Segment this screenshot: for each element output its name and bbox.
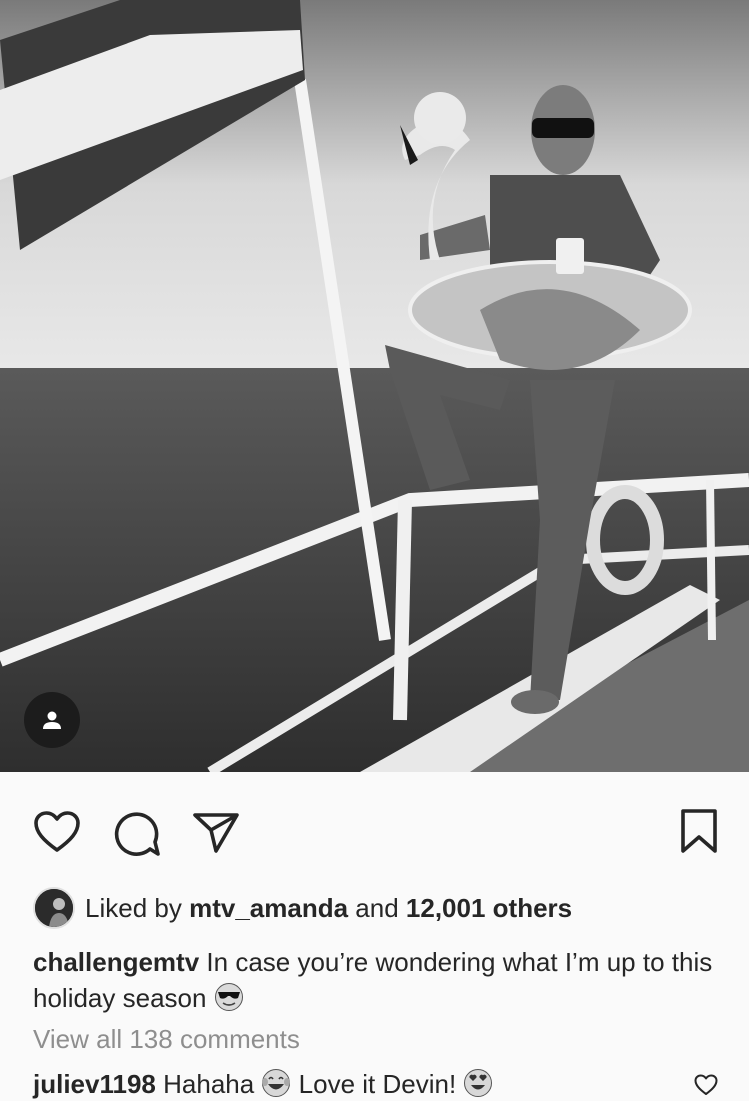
post-caption: challengemtv In case you’re wondering wh… xyxy=(33,944,723,1016)
heart-eyes-emoji-icon xyxy=(464,1069,493,1097)
user-tag-button[interactable] xyxy=(24,692,80,748)
heart-icon[interactable] xyxy=(33,810,81,854)
post-image xyxy=(0,0,749,772)
comment-text-part2: Love it Devin! xyxy=(298,1069,457,1099)
user-tag-icon xyxy=(43,711,61,729)
paper-plane-icon[interactable] xyxy=(192,810,240,854)
comment-text-part1: Hahaha xyxy=(163,1069,255,1099)
liker-username[interactable]: mtv_amanda xyxy=(189,893,348,924)
avatar-image xyxy=(35,889,73,927)
comment-bubble-icon[interactable] xyxy=(112,808,162,858)
comment-username[interactable]: juliev1198 xyxy=(33,1069,156,1099)
likes-and: and xyxy=(355,892,399,923)
laughing-tears-emoji-icon xyxy=(262,1069,291,1097)
view-all-comments-link[interactable]: View all 138 comments xyxy=(33,1024,300,1055)
comment-row: juliev1198 Hahaha Love it Devin! xyxy=(33,1068,493,1100)
caption-username[interactable]: challengemtv xyxy=(33,947,199,977)
post-photo[interactable] xyxy=(0,0,749,772)
bookmark-icon[interactable] xyxy=(679,808,719,854)
small-heart-icon[interactable] xyxy=(694,1074,718,1096)
action-bar xyxy=(0,772,749,884)
likes-count[interactable]: 12,001 others xyxy=(406,893,572,924)
liker-avatar[interactable] xyxy=(33,887,75,929)
sunglasses-emoji-icon xyxy=(214,983,243,1011)
likes-prefix: Liked by xyxy=(85,892,182,923)
likes-summary: Liked by mtv_amanda and 12,001 others xyxy=(33,886,572,930)
